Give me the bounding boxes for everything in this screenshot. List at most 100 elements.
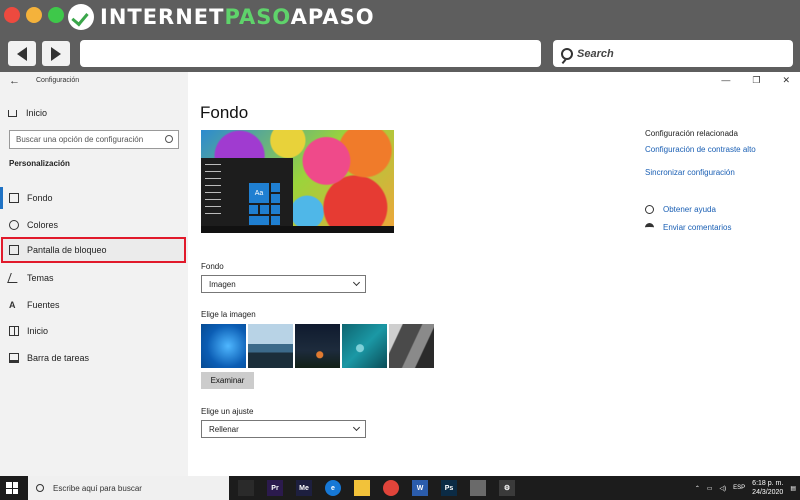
window-controls: — ❐ ✕ (721, 75, 790, 86)
sidebar-home[interactable]: Inicio (8, 106, 47, 120)
related-settings-title: Configuración relacionada (645, 129, 738, 138)
edge-icon[interactable]: e (325, 480, 341, 496)
thumbnail-underwater[interactable] (342, 324, 387, 368)
get-help-link[interactable]: Obtener ayuda (645, 205, 716, 214)
preview-tile: Aa (249, 183, 269, 203)
settings-sidebar: ← Configuración Inicio Buscar una opción… (0, 72, 188, 476)
chevron-down-icon (352, 278, 361, 287)
send-feedback-label: Enviar comentarios (663, 223, 732, 232)
minimize-icon[interactable]: — (721, 75, 730, 86)
fit-label: Elige un ajuste (201, 407, 254, 416)
sidebar-item-label: Barra de tareas (27, 353, 90, 363)
fondo-dropdown[interactable]: Imagen (201, 275, 366, 293)
sidebar-item-pantalla-de-bloqueo[interactable]: Pantalla de bloqueo (1, 237, 186, 263)
site-logo-text: INTERNETPASOAPASO (100, 5, 375, 29)
sidebar-item-label: Inicio (27, 326, 49, 336)
windows-taskbar: Escribe aquí para buscar Pr Me e W Ps ⚙ ⌃ ▭ ◁… (0, 476, 800, 500)
sidebar-item-label: Colores (27, 220, 59, 230)
checkmark-logo-icon (68, 4, 94, 30)
send-feedback-link[interactable]: Enviar comentarios (645, 223, 731, 232)
choose-image-label: Elige la imagen (201, 310, 256, 319)
system-tray: ⌃ ▭ ◁) ESP 6:18 p. m. 24/3/2020 ▤ (695, 476, 796, 500)
minimize-window-button[interactable] (26, 7, 42, 23)
forward-button[interactable] (42, 41, 70, 66)
site-logo: INTERNETPASOAPASO (68, 3, 375, 31)
film-icon[interactable] (238, 480, 254, 496)
network-icon[interactable]: ▭ (707, 485, 713, 492)
settings-search-input[interactable]: Buscar una opción de configuración (9, 130, 179, 149)
settings-content: — ❐ ✕ Fondo Aa Fondo Imagen Elige la ima… (188, 72, 800, 476)
taskbar-search-input[interactable]: Escribe aquí para buscar (28, 476, 229, 500)
person-icon (645, 223, 654, 232)
close-window-button[interactable] (4, 7, 20, 23)
image-icon (9, 193, 19, 203)
arrow-right-icon (51, 46, 61, 61)
volume-icon[interactable]: ◁) (720, 485, 727, 492)
sidebar-item-label: Fondo (27, 193, 53, 203)
browser-navbar: Search (0, 36, 800, 72)
arrow-left-icon (17, 46, 27, 61)
fit-dropdown-value: Rellenar (209, 424, 239, 434)
browse-button[interactable]: Examinar (201, 372, 254, 389)
restore-icon[interactable]: ❐ (752, 75, 760, 86)
back-button[interactable] (8, 41, 36, 66)
thumbnail-rock[interactable] (389, 324, 434, 368)
maximize-window-button[interactable] (48, 7, 64, 23)
settings-window: ← Configuración Inicio Buscar una opción… (0, 72, 800, 476)
start-button[interactable] (6, 482, 18, 494)
chevron-down-icon (352, 423, 361, 432)
section-heading: Personalización (9, 159, 70, 168)
background-preview: Aa (201, 130, 394, 233)
sidebar-home-label: Inicio (26, 108, 48, 118)
word-icon[interactable]: W (412, 480, 428, 496)
sidebar-item-temas[interactable]: Temas (0, 267, 188, 289)
thumbnail-windows[interactable] (201, 324, 246, 368)
fit-dropdown[interactable]: Rellenar (201, 420, 366, 438)
fondo-dropdown-value: Imagen (209, 279, 236, 289)
thumbnail-night-sky[interactable] (295, 324, 340, 368)
link-sync-settings[interactable]: Sincronizar configuración (645, 168, 735, 177)
language-indicator[interactable]: ESP (733, 485, 745, 491)
search-icon (561, 47, 573, 60)
get-help-label: Obtener ayuda (663, 205, 716, 214)
image-thumbnails (201, 324, 434, 368)
taskbar-search-placeholder: Escribe aquí para buscar (53, 483, 142, 493)
palette-icon (9, 220, 19, 230)
sidebar-item-label: Temas (27, 273, 54, 283)
settings-search-placeholder: Buscar una opción de configuración (16, 135, 144, 144)
clock-time: 6:18 p. m. (752, 480, 784, 487)
photos-icon[interactable] (470, 480, 486, 496)
fondo-label: Fondo (201, 262, 224, 271)
sidebar-item-colores[interactable]: Colores (0, 214, 188, 236)
page-title: Fondo (200, 103, 249, 122)
window-title: Configuración (36, 77, 80, 84)
browser-search-input[interactable]: Search (553, 40, 793, 67)
sidebar-item-label: Fuentes (27, 300, 60, 310)
chevron-up-icon[interactable]: ⌃ (695, 485, 700, 492)
taskbar-icon (9, 353, 19, 363)
browser-titlebar: INTERNETPASOAPASO (0, 0, 800, 36)
start-menu-preview: Aa (201, 158, 293, 233)
sidebar-item-barra-de-tareas[interactable]: Barra de tareas (0, 347, 188, 369)
premiere-icon[interactable]: Pr (267, 480, 283, 496)
folder-icon[interactable] (354, 480, 370, 496)
thumbnail-beach[interactable] (248, 324, 293, 368)
search-icon (36, 484, 44, 492)
brush-icon (7, 273, 21, 283)
settings-icon[interactable]: ⚙ (499, 480, 515, 496)
link-high-contrast[interactable]: Configuración de contraste alto (645, 145, 756, 154)
back-arrow-icon[interactable]: ← (9, 75, 20, 87)
address-bar[interactable] (80, 40, 541, 67)
notifications-icon[interactable]: ▤ (790, 485, 796, 492)
sidebar-item-fuentes[interactable]: A Fuentes (0, 294, 188, 316)
lockscreen-icon (9, 245, 19, 255)
home-icon (8, 109, 17, 117)
chrome-icon[interactable] (383, 480, 399, 496)
font-icon: A (9, 300, 16, 310)
clock[interactable]: 6:18 p. m. 24/3/2020 (752, 479, 783, 497)
media-encoder-icon[interactable]: Me (296, 480, 312, 496)
photoshop-icon[interactable]: Ps (441, 480, 457, 496)
sidebar-item-inicio[interactable]: Inicio (0, 320, 188, 342)
sidebar-item-fondo[interactable]: Fondo (0, 187, 188, 209)
close-icon[interactable]: ✕ (782, 75, 790, 86)
